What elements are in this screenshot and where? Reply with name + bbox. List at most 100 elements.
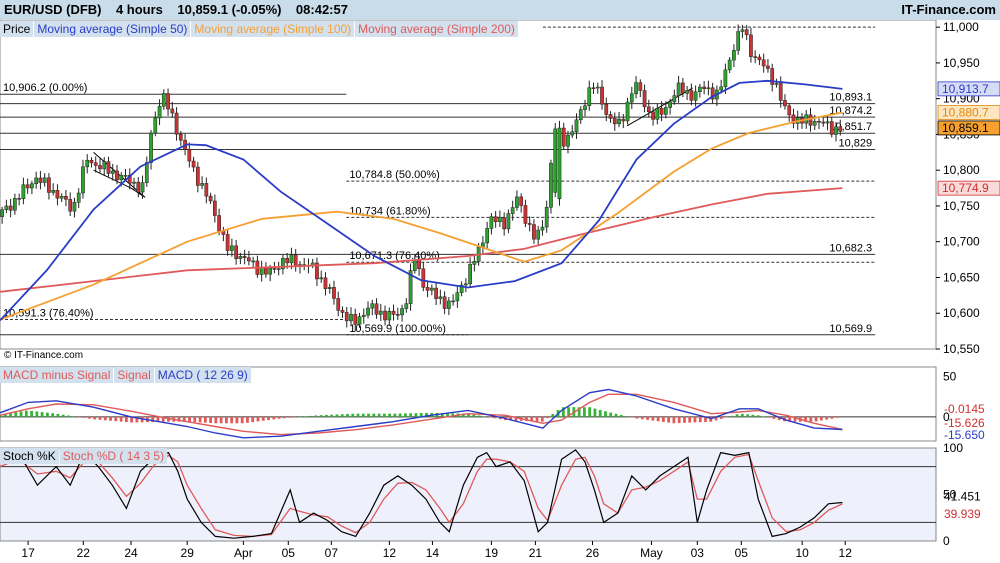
macd-histogram-bar [646, 416, 649, 420]
candle [757, 56, 762, 61]
macd-histogram-bar [635, 416, 639, 419]
candle [247, 257, 251, 262]
candle [434, 287, 438, 299]
candle [838, 126, 843, 132]
candle [557, 127, 562, 200]
candle [238, 256, 243, 259]
candle [200, 183, 204, 186]
x-axis-label: 07 [325, 546, 339, 560]
candle [736, 31, 741, 51]
macd-histogram-bar [393, 413, 397, 417]
macd-histogram-bar [630, 416, 634, 418]
candle [25, 184, 30, 189]
macd-histogram-bar [346, 414, 349, 417]
candle [285, 258, 290, 264]
candle [47, 177, 51, 193]
legend-stoch-k[interactable]: Stoch %K [0, 448, 59, 464]
stoch-legend: Stoch %K Stoch %D ( 14 3 5) [0, 448, 168, 464]
candle [119, 175, 124, 181]
macd-histogram-bar [667, 416, 671, 423]
macd-histogram-bar [293, 416, 297, 418]
candle [429, 287, 434, 291]
candle [787, 105, 792, 116]
candle [276, 268, 281, 270]
macd-histogram-bar [24, 410, 28, 417]
macd-histogram-bar [651, 416, 655, 421]
candle [208, 195, 213, 202]
price-tag-label: 10,880.7 [942, 105, 989, 119]
candle [85, 159, 90, 168]
macd-histogram-bar [119, 416, 123, 422]
candle [774, 83, 779, 85]
candle [264, 267, 268, 275]
macd-histogram-bar [740, 413, 744, 417]
stoch-tag-label: 41.451 [944, 489, 981, 503]
candle [144, 162, 149, 183]
macd-histogram-bar [640, 416, 644, 420]
candle [421, 268, 426, 288]
candle [681, 82, 685, 94]
macd-histogram-bar [109, 416, 112, 421]
macd-axis-label: 50 [943, 370, 957, 384]
legend-stoch-d[interactable]: Stoch %D ( 14 3 5) [59, 448, 168, 464]
candle [753, 56, 758, 58]
candle [217, 215, 221, 232]
macd-histogram-bar [735, 414, 739, 417]
macd-histogram-bar [67, 415, 70, 417]
price-axis-label: 10,950 [943, 56, 980, 70]
candle [510, 207, 515, 214]
legend-ma50[interactable]: Moving average (Simple 50) [34, 21, 191, 37]
candle [81, 166, 85, 194]
candle [76, 192, 81, 203]
candle [634, 82, 638, 95]
macd-histogram-bar [198, 416, 202, 423]
candle [744, 29, 749, 36]
macd-histogram-bar [251, 416, 255, 423]
candle [195, 166, 200, 186]
chart-canvas[interactable]: 10,550 10,600 10,650 10,700 10,750 10,800 10,8… [0, 0, 1000, 563]
macd-histogram-bar [256, 416, 260, 422]
candle [536, 229, 541, 240]
candle [327, 287, 332, 289]
legend-signal[interactable]: Signal [114, 367, 154, 383]
candle [417, 259, 421, 269]
legend-macd[interactable]: MACD ( 12 26 9) [154, 367, 251, 383]
candle [778, 83, 783, 101]
price-axis-label: 10,700 [943, 235, 980, 249]
macd-histogram-bar [672, 416, 676, 424]
macd-histogram-bar [767, 416, 771, 418]
last-price: 10,859.1 [177, 2, 228, 17]
candle [825, 121, 830, 124]
candle [532, 224, 536, 240]
price-tag-label: 10,913.7 [942, 82, 989, 96]
macd-histogram-bar [319, 415, 323, 417]
legend-ma100[interactable]: Moving average (Simple 100) [191, 21, 355, 37]
price-axis-label: 10,600 [943, 306, 980, 320]
legend-ma200[interactable]: Moving average (Simple 200) [355, 21, 518, 37]
level-label: 10,906.2 (0.00%) [3, 82, 87, 94]
candle [378, 310, 383, 315]
candle [0, 209, 4, 217]
candle [595, 86, 600, 89]
macd-histogram-bar [93, 416, 97, 420]
timeframe-label[interactable]: 4 hours [116, 2, 163, 17]
candle [89, 159, 94, 164]
macd-histogram-bar [614, 413, 618, 417]
candle [625, 101, 630, 122]
candle [136, 181, 141, 193]
macd-histogram-bar [203, 416, 207, 423]
price-axis-label: 10,800 [943, 163, 980, 177]
macd-histogram-bar [103, 416, 107, 421]
title-bar: EUR/USD (DFB) 4 hours 10,859.1 (-0.05%) … [0, 0, 1000, 20]
candle [442, 296, 447, 309]
x-axis-label: 26 [586, 546, 600, 560]
macd-histogram-bar [356, 413, 360, 417]
legend-macd-minus-signal[interactable]: MACD minus Signal [0, 367, 114, 383]
macd-histogram-bar [619, 414, 623, 417]
candle [72, 202, 77, 212]
legend-price[interactable]: Price [0, 21, 34, 37]
brand-label: IT-Finance.com [901, 2, 996, 17]
macd-histogram-bar [409, 413, 413, 417]
macd-tag-label: -15.650 [944, 428, 985, 442]
candle [140, 182, 145, 193]
